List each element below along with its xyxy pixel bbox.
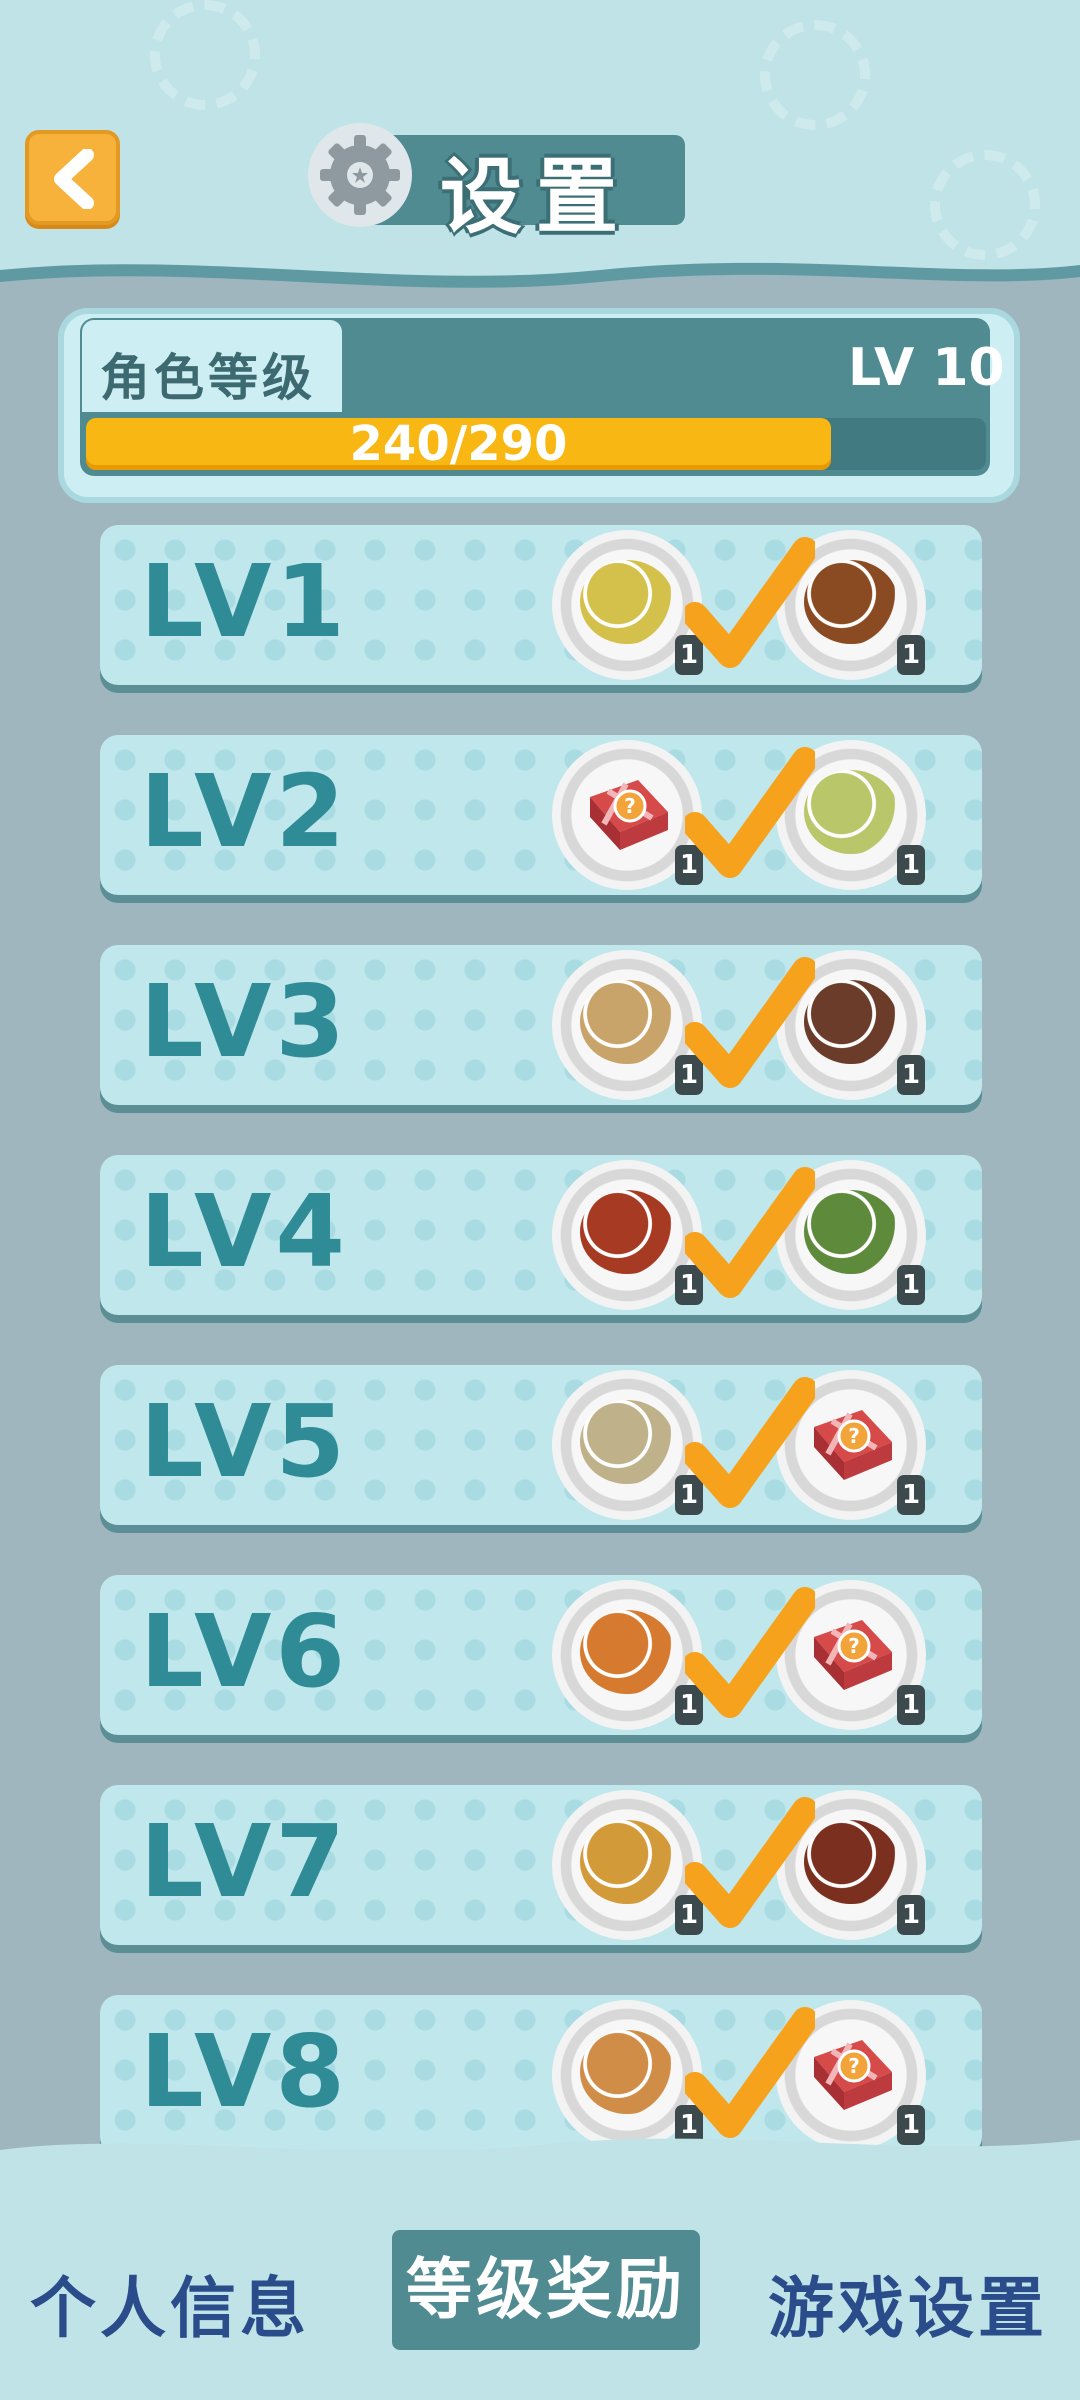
tab-game-settings[interactable]: 游戏设置 <box>768 2255 1048 2351</box>
dish-icon <box>580 1610 674 1694</box>
reward-row: LV1 1 1 <box>100 525 982 685</box>
claimed-check-icon <box>685 1797 815 1928</box>
svg-text:?: ? <box>624 794 636 818</box>
gear-icon <box>308 123 412 227</box>
tab-level-rewards[interactable]: 等级奖励 <box>392 2230 700 2350</box>
dish-icon <box>804 560 898 644</box>
reward-row: LV4 1 1 <box>100 1155 982 1315</box>
dish-icon <box>580 1400 674 1484</box>
claimed-check-icon <box>685 1167 815 1298</box>
dish-icon <box>804 1820 898 1904</box>
gift-box-icon: ? <box>814 2040 892 2110</box>
role-level-label: 角色等级 <box>100 349 316 407</box>
page-title: 设置 <box>440 150 633 245</box>
dish-icon <box>804 1190 898 1274</box>
reward-count-badge: 1 <box>897 1685 925 1725</box>
background-gear-decoration <box>150 0 260 110</box>
reward-level-label: LV2 <box>140 753 349 870</box>
reward-count-badge: 1 <box>897 1895 925 1935</box>
gift-box-icon: ? <box>590 780 668 850</box>
claimed-check-icon <box>685 1377 815 1508</box>
dish-icon <box>804 770 898 854</box>
claimed-check-icon <box>685 747 815 878</box>
dish-icon <box>580 980 674 1064</box>
reward-level-label: LV5 <box>140 1383 349 1500</box>
experience-progress-text: 240/290 <box>349 416 568 472</box>
reward-level-label: LV3 <box>140 963 349 1080</box>
svg-text:?: ? <box>848 2054 860 2078</box>
reward-row: LV5? 1 1 <box>100 1365 982 1525</box>
chevron-left-icon <box>54 149 94 209</box>
claimed-check-icon <box>685 1587 815 1718</box>
claimed-check-icon <box>685 537 815 668</box>
gift-box-icon: ? <box>814 1410 892 1480</box>
reward-row: LV6? 1 1 <box>100 1575 982 1735</box>
dish-icon <box>580 2030 674 2114</box>
reward-count-badge: 1 <box>897 1055 925 1095</box>
reward-level-label: LV6 <box>140 1593 349 1710</box>
back-button[interactable] <box>25 130 120 225</box>
background-gear-decoration <box>760 20 870 130</box>
reward-row: LV2? 1 1 <box>100 735 982 895</box>
header-wave <box>0 262 1080 310</box>
dish-icon <box>580 1190 674 1274</box>
reward-level-label: LV7 <box>140 1803 349 1920</box>
gift-box-icon: ? <box>814 1620 892 1690</box>
reward-row: LV7 1 1 <box>100 1785 982 1945</box>
tab-personal-info[interactable]: 个人信息 <box>30 2255 310 2351</box>
reward-row: LV3 1 1 <box>100 945 982 1105</box>
reward-count-badge: 1 <box>897 1265 925 1305</box>
current-level-label: LV 10 <box>848 338 1005 398</box>
reward-count-badge: 1 <box>897 1475 925 1515</box>
svg-text:?: ? <box>848 1634 860 1658</box>
dish-icon <box>804 980 898 1064</box>
claimed-check-icon <box>685 957 815 1088</box>
reward-count-badge: 1 <box>897 845 925 885</box>
background-gear-decoration <box>930 150 1040 260</box>
dish-icon <box>580 1820 674 1904</box>
reward-count-badge: 1 <box>897 635 925 675</box>
reward-level-label: LV1 <box>140 543 349 660</box>
svg-text:?: ? <box>848 1424 860 1448</box>
dish-icon <box>580 560 674 644</box>
reward-level-label: LV4 <box>140 1173 349 1290</box>
